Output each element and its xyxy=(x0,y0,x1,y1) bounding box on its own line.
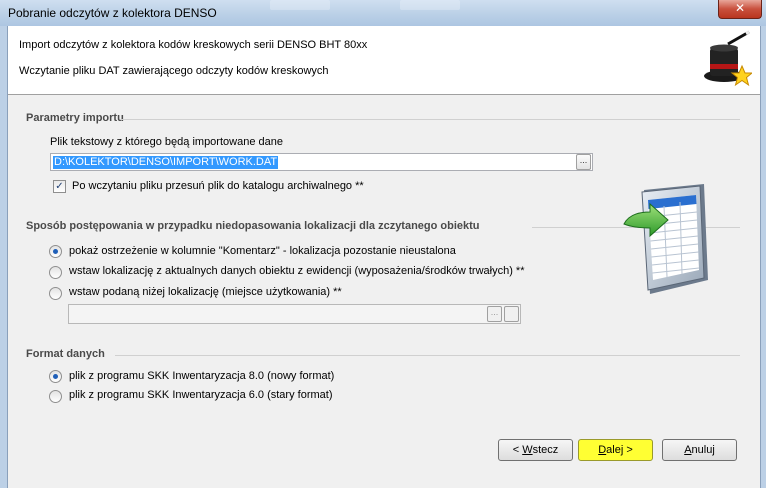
radio-location-custom[interactable] xyxy=(49,287,62,300)
section-title-format: Format danych xyxy=(26,348,105,360)
next-button[interactable]: Dalej > xyxy=(578,439,653,461)
next-button-suffix: > xyxy=(623,444,633,456)
cancel-button[interactable]: Anuluj xyxy=(662,439,737,461)
close-button[interactable]: ✕ xyxy=(718,0,762,19)
file-label: Plik tekstowy z którego będą importowane… xyxy=(50,136,283,148)
background-window-ghost xyxy=(270,0,330,10)
radio-format-new[interactable] xyxy=(49,370,62,383)
file-path-combobox[interactable]: D:\KOLEKTOR\DENSO\IMPORT\WORK.DAT ▼ xyxy=(50,153,593,171)
header-subtitle: Wczytanie pliku DAT zawierającego odczyt… xyxy=(19,65,329,77)
magic-hat-icon xyxy=(704,30,752,87)
file-path-value[interactable]: D:\KOLEKTOR\DENSO\IMPORT\WORK.DAT xyxy=(53,156,279,169)
radio-format-old-label: plik z programu SKK Inwentaryzacja 6.0 (… xyxy=(69,389,333,401)
location-input[interactable] xyxy=(68,304,521,324)
background-window-ghost xyxy=(400,0,460,10)
cancel-button-mnemonic: A xyxy=(684,444,692,456)
section-divider xyxy=(120,119,740,120)
radio-format-new-label: plik z programu SKK Inwentaryzacja 8.0 (… xyxy=(69,370,335,382)
wizard-window: Import odczytów z kolektora kodów kresko… xyxy=(7,26,761,488)
window-title: Pobranie odczytów z kolektora DENSO xyxy=(8,6,217,20)
clear-location-button[interactable] xyxy=(504,306,519,322)
next-button-mnemonic: D xyxy=(598,444,607,456)
section-title-location: Sposób postępowania w przypadku niedopas… xyxy=(26,220,480,232)
browse-file-button[interactable]: ... xyxy=(576,154,591,170)
section-divider xyxy=(115,355,740,356)
radio-location-from-registry[interactable] xyxy=(49,266,62,279)
back-button-label: stecz xyxy=(532,444,559,456)
browse-location-button[interactable]: ... xyxy=(487,306,502,322)
radio-location-from-registry-label: wstaw lokalizację z aktualnych danych ob… xyxy=(69,265,525,277)
spreadsheet-import-icon xyxy=(623,184,708,294)
section-title-import-params: Parametry importu xyxy=(26,112,124,124)
header-title: Import odczytów z kolektora kodów kresko… xyxy=(19,39,368,51)
radio-format-old[interactable] xyxy=(49,390,62,403)
move-file-label: Po wczytaniu pliku przesuń plik do katal… xyxy=(72,180,364,192)
back-button-prefix: < xyxy=(512,444,523,456)
back-button[interactable]: < Wstecz xyxy=(498,439,573,461)
title-bar[interactable]: Pobranie odczytów z kolektora DENSO ✕ xyxy=(0,0,766,26)
wizard-header: Import odczytów z kolektora kodów kresko… xyxy=(8,26,760,95)
next-button-label: alej xyxy=(606,444,624,456)
cancel-button-label: nuluj xyxy=(691,444,715,456)
back-button-mnemonic: W xyxy=(522,444,533,456)
radio-location-warning-label: pokaż ostrzeżenie w kolumnie "Komentarz"… xyxy=(69,245,456,257)
move-file-checkbox[interactable]: ✓ xyxy=(53,180,66,193)
radio-location-warning[interactable] xyxy=(49,245,62,258)
radio-location-custom-label: wstaw podaną niżej lokalizację (miejsce … xyxy=(69,286,342,298)
